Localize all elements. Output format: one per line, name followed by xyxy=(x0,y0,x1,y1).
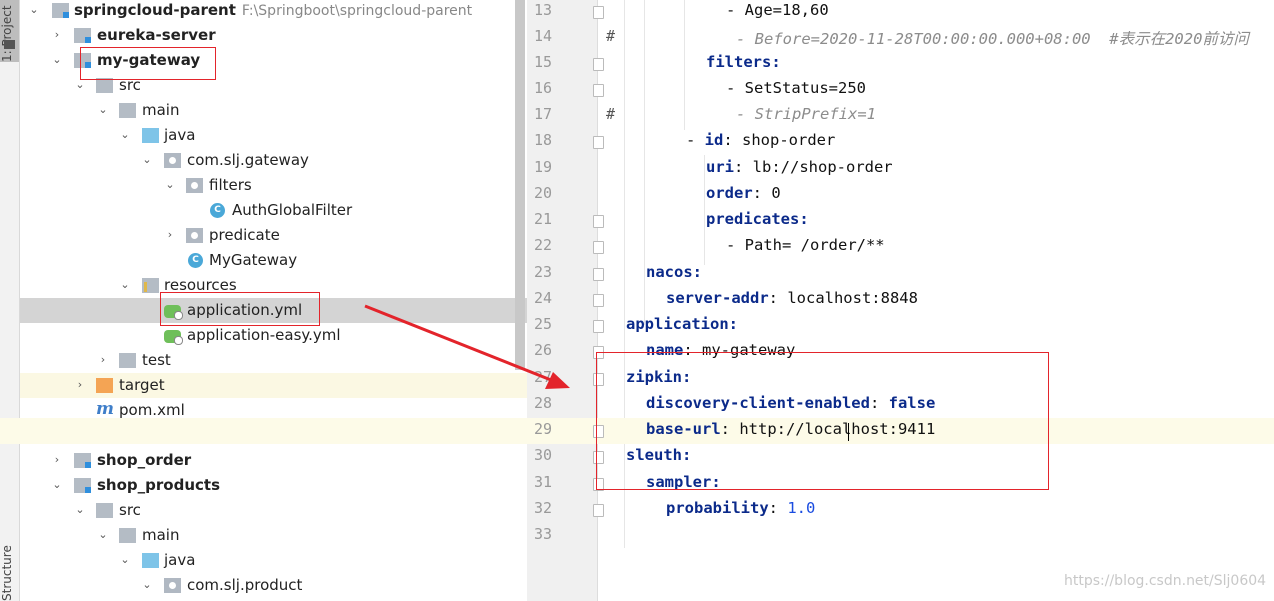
watermark-text: https://blog.csdn.net/Slj0604 xyxy=(1064,573,1267,589)
annotation-arrow xyxy=(364,304,570,389)
